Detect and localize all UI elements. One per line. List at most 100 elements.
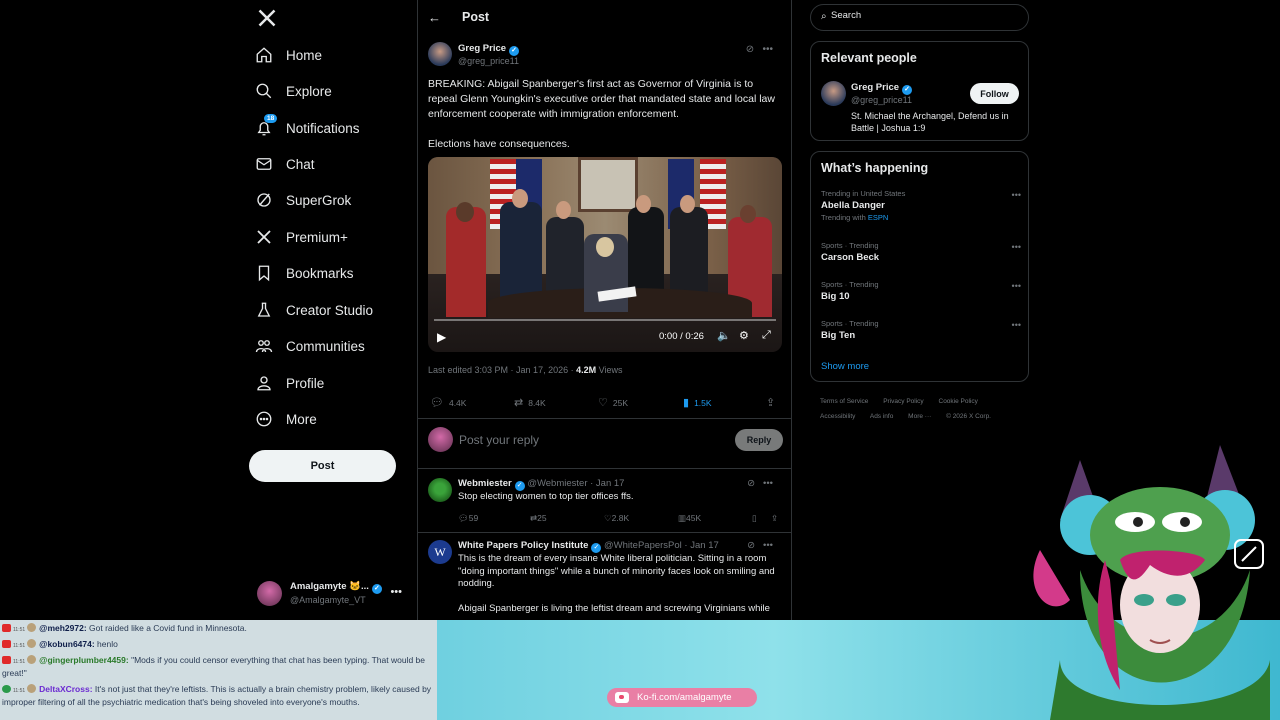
bookmark-action[interactable]: ▮ 1.5K bbox=[683, 396, 712, 409]
nav-explore-label: Explore bbox=[286, 83, 332, 99]
nav-creator-studio[interactable]: Creator Studio bbox=[255, 295, 373, 325]
reply-text: This is the dream of every insane White … bbox=[458, 553, 775, 614]
nav-supergrok[interactable]: SuperGrok bbox=[255, 185, 351, 215]
footer-link[interactable]: Cookie Policy bbox=[939, 398, 978, 405]
more-icon[interactable]: ••• bbox=[1012, 242, 1021, 252]
footer-link[interactable]: Accessibility bbox=[820, 413, 855, 420]
follow-button[interactable]: Follow bbox=[970, 83, 1019, 104]
more-icon[interactable]: ••• bbox=[1012, 281, 1021, 291]
post-header: ← Post bbox=[418, 0, 791, 36]
more-circle-icon bbox=[255, 410, 273, 428]
bookmark-icon[interactable]: ▯ bbox=[752, 513, 757, 524]
person-icon bbox=[255, 374, 273, 392]
bookmark-icon: ▮ bbox=[683, 397, 690, 409]
bookmark-icon bbox=[255, 264, 273, 282]
right-sidebar: ⌕ Relevant people Greg Price✓ @greg_pric… bbox=[810, 0, 1030, 620]
avatar bbox=[27, 655, 37, 664]
footer-link[interactable]: Privacy Policy bbox=[883, 398, 923, 405]
trend-item[interactable]: Sports · Trending Big 10 ••• bbox=[821, 279, 1021, 303]
reply-item[interactable]: W White Papers Policy Institute ✓ @WhiteP… bbox=[428, 540, 783, 620]
nav-profile[interactable]: Profile bbox=[255, 368, 324, 398]
person-handle[interactable]: @greg_price11 bbox=[851, 95, 912, 105]
chat-message: 11:51 @kobun6474: henlo bbox=[2, 639, 434, 652]
nav-communities[interactable]: Communities bbox=[255, 331, 365, 361]
bell-icon: 18 bbox=[255, 114, 278, 137]
avatar[interactable] bbox=[428, 478, 452, 502]
trend-item[interactable]: Trending in United States Abella Danger … bbox=[821, 188, 1021, 223]
more-icon[interactable]: ••• bbox=[1012, 190, 1021, 200]
nav-chat[interactable]: Chat bbox=[255, 149, 315, 179]
settings-icon[interactable]: ⚙ bbox=[739, 329, 749, 342]
footer-link[interactable]: Ads info bbox=[870, 413, 894, 420]
nav-communities-label: Communities bbox=[286, 338, 365, 354]
youtube-icon bbox=[2, 640, 11, 648]
repost-action[interactable]: ⇄ 8.4K bbox=[514, 396, 546, 409]
nav-bookmarks-label: Bookmarks bbox=[286, 265, 354, 281]
person-name[interactable]: Greg Price ✓ bbox=[851, 82, 913, 95]
nav-premium[interactable]: Premium+ bbox=[255, 222, 348, 252]
show-more-link[interactable]: Show more bbox=[821, 361, 869, 372]
reply-item[interactable]: Webmiester ✓ @Webmiester · Jan 17 ⊘ ••• S… bbox=[428, 478, 783, 528]
notification-badge: 18 bbox=[264, 114, 278, 123]
trend-item[interactable]: Sports · Trending Carson Beck ••• bbox=[821, 240, 1021, 264]
avatar bbox=[257, 580, 282, 606]
share-icon[interactable]: ⇪ bbox=[766, 396, 780, 409]
nav-chat-label: Chat bbox=[286, 156, 315, 172]
volume-icon[interactable]: 🔈 bbox=[717, 329, 731, 342]
x-logo-icon[interactable] bbox=[257, 8, 277, 28]
youtube-icon bbox=[2, 624, 11, 632]
reply-input[interactable]: Post your reply bbox=[459, 433, 539, 447]
avatar[interactable] bbox=[428, 42, 452, 66]
reply-header: White Papers Policy Institute ✓ @WhitePap… bbox=[458, 540, 719, 553]
grok-icon[interactable]: ⊘ bbox=[746, 44, 754, 55]
search-icon: ⌕ bbox=[821, 11, 827, 22]
avatar bbox=[428, 427, 453, 452]
fullscreen-icon[interactable]: ⤢ bbox=[762, 329, 771, 342]
avatar[interactable]: W bbox=[428, 540, 452, 564]
trend-item[interactable]: Sports · Trending Big Ten ••• bbox=[821, 318, 1021, 342]
nav-more[interactable]: More bbox=[255, 404, 317, 434]
repost-action[interactable]: ⇄ 25 bbox=[530, 513, 547, 524]
account-name: Amalgamyte 🐱... ✓ bbox=[290, 581, 382, 594]
chat-message: 11:51 @meh2972: Got raided like a Covid f… bbox=[2, 623, 434, 636]
nav-home[interactable]: Home bbox=[255, 40, 322, 70]
main-column: ← Post Greg Price ✓ @greg_price11 ⊘ ••• B… bbox=[417, 0, 792, 620]
reply-header: Webmiester ✓ @Webmiester · Jan 17 bbox=[458, 478, 625, 491]
search-input[interactable] bbox=[831, 10, 1016, 21]
trend-link[interactable]: ESPN bbox=[868, 213, 888, 222]
footer-link[interactable]: More ··· bbox=[908, 413, 931, 420]
search-bar[interactable]: ⌕ bbox=[810, 4, 1029, 31]
author-name[interactable]: Greg Price ✓ bbox=[458, 43, 520, 56]
play-icon[interactable]: ▶ bbox=[437, 330, 446, 344]
back-arrow-icon[interactable]: ← bbox=[428, 10, 441, 25]
divider bbox=[418, 418, 791, 419]
avatar[interactable] bbox=[821, 81, 846, 106]
account-switcher[interactable]: Amalgamyte 🐱... ✓ @Amalgamyte_VT ••• bbox=[257, 578, 407, 608]
nav-explore[interactable]: Explore bbox=[255, 76, 332, 106]
nav-bookmarks[interactable]: Bookmarks bbox=[255, 258, 354, 288]
author-handle[interactable]: @greg_price11 bbox=[458, 56, 519, 66]
video-progress-bar[interactable] bbox=[434, 319, 776, 321]
views-action[interactable]: ▥ 45K bbox=[678, 513, 701, 524]
footer-link[interactable]: Terms of Service bbox=[820, 398, 868, 405]
footer-links: Terms of Service Privacy Policy Cookie P… bbox=[820, 394, 1030, 424]
post-button[interactable]: Post bbox=[249, 450, 396, 482]
reply-text: Stop electing women to top tier offices … bbox=[458, 491, 634, 502]
left-navigation: Home Explore 18 Notifications Chat Super… bbox=[249, 0, 409, 620]
more-icon[interactable]: ••• bbox=[762, 44, 773, 55]
share-icon[interactable]: ⇪ bbox=[771, 513, 778, 524]
reply-tools[interactable]: ⊘ ••• bbox=[747, 540, 773, 551]
home-icon bbox=[255, 46, 273, 64]
video-player[interactable]: ▶ 0:00 / 0:26 🔈 ⚙ ⤢ bbox=[428, 157, 782, 352]
more-icon[interactable]: ••• bbox=[1012, 320, 1021, 330]
chat-message: 11:51 @gingerplumber4459: "Mods if you co… bbox=[2, 655, 425, 678]
reply-action[interactable]: 💬︎ 4.4K bbox=[430, 396, 466, 409]
reply-button[interactable]: Reply bbox=[735, 429, 783, 451]
like-action[interactable]: ♡ 2.8K bbox=[604, 513, 629, 524]
reply-action[interactable]: 💬︎ 59 bbox=[458, 513, 478, 524]
reply-tools[interactable]: ⊘ ••• bbox=[747, 478, 773, 489]
like-action[interactable]: ♡ 25K bbox=[598, 396, 628, 409]
nav-notifications-label: Notifications bbox=[286, 120, 360, 136]
more-icon[interactable]: ••• bbox=[390, 586, 402, 598]
nav-notifications[interactable]: 18 Notifications bbox=[255, 113, 360, 143]
